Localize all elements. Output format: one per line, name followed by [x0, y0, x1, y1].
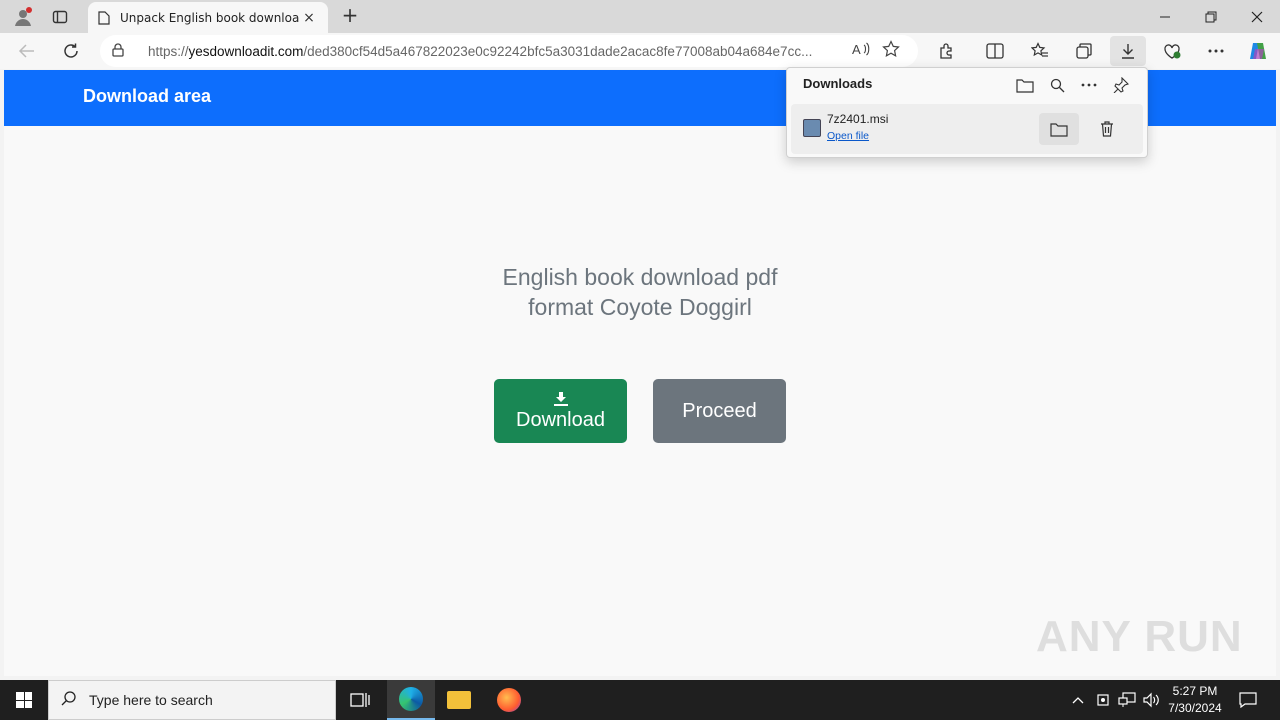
browser-toolbar: https://yesdownloadit.com/ded380cf54d5a4…	[0, 33, 1280, 69]
downloads-icon[interactable]	[1110, 36, 1146, 66]
back-icon[interactable]	[12, 36, 42, 66]
meet-icon[interactable]	[1092, 680, 1114, 720]
windows-logo-icon	[16, 692, 32, 708]
tab-active[interactable]: Unpack English book download p ×	[88, 2, 328, 33]
anyrun-watermark: ANY RUN	[1036, 612, 1243, 661]
headline-line-2: format Coyote Doggirl	[528, 294, 752, 320]
new-tab-button[interactable]: +	[338, 4, 362, 28]
search-icon[interactable]	[1043, 72, 1071, 98]
split-screen-icon[interactable]	[979, 36, 1011, 66]
msi-file-icon	[803, 119, 821, 137]
url-path: /ded380cf54d5a467822023e0c92242bfc5a3031…	[303, 43, 813, 59]
more-options-icon[interactable]	[1200, 36, 1232, 66]
brand-title[interactable]: Download area	[83, 86, 211, 107]
favorite-star-icon[interactable]	[876, 40, 906, 62]
proceed-button-label: Proceed	[682, 399, 757, 422]
download-button[interactable]: Download	[494, 379, 627, 443]
web-page: Download area English book download pdf …	[4, 70, 1276, 676]
read-aloud-icon[interactable]: A	[846, 41, 876, 61]
address-bar[interactable]: https://yesdownloadit.com/ded380cf54d5a4…	[100, 35, 918, 67]
tab-actions-icon[interactable]	[46, 0, 74, 33]
search-icon	[61, 690, 81, 710]
title-bar: Unpack English book download p × +	[0, 0, 1280, 33]
clock-date: 7/30/2024	[1168, 701, 1222, 715]
search-placeholder: Type here to search	[89, 692, 213, 708]
show-in-folder-icon[interactable]	[1039, 113, 1079, 145]
open-file-link[interactable]: Open file	[827, 130, 869, 142]
volume-icon[interactable]	[1140, 680, 1162, 720]
page-headline: English book download pdf format Coyote …	[440, 262, 840, 322]
extensions-icon[interactable]	[931, 36, 963, 66]
start-button[interactable]	[0, 680, 48, 720]
restore-icon[interactable]	[1188, 0, 1234, 33]
clock-time: 5:27 PM	[1172, 684, 1218, 698]
tray-chevron-icon[interactable]	[1068, 680, 1088, 720]
taskbar: Type here to search 5:27 PM 7/30/2024	[0, 680, 1280, 720]
task-view-icon[interactable]	[336, 680, 384, 720]
download-icon	[553, 391, 568, 406]
svg-text:A: A	[852, 42, 861, 57]
download-button-label: Download	[516, 408, 605, 431]
proceed-button[interactable]: Proceed	[653, 379, 786, 443]
taskbar-clock[interactable]: 5:27 PM 7/30/2024	[1160, 683, 1230, 717]
url-text[interactable]: https://yesdownloadit.com/ded380cf54d5a4…	[148, 44, 846, 59]
download-filename: 7z2401.msi	[827, 112, 889, 126]
notifications-icon[interactable]	[1234, 680, 1262, 720]
delete-icon[interactable]	[1087, 113, 1127, 145]
url-scheme: https://	[148, 43, 189, 59]
refresh-icon[interactable]	[56, 36, 86, 66]
download-item[interactable]: 7z2401.msi Open file	[791, 104, 1143, 154]
pin-icon[interactable]	[1107, 72, 1135, 98]
downloads-panel: Downloads 7z2401.msi Open file	[786, 67, 1148, 158]
collections-icon[interactable]	[1068, 36, 1100, 66]
browser-essentials-icon[interactable]	[1156, 36, 1188, 66]
edge-taskbar-icon[interactable]	[387, 680, 435, 720]
page-icon	[98, 10, 110, 25]
copilot-icon[interactable]	[1242, 36, 1274, 66]
tab-title: Unpack English book download p	[120, 10, 300, 25]
network-icon[interactable]	[1116, 680, 1138, 720]
more-icon[interactable]	[1075, 72, 1103, 98]
profile-icon[interactable]	[8, 0, 38, 33]
tab-close-icon[interactable]: ×	[300, 10, 318, 26]
downloads-title: Downloads	[803, 76, 873, 91]
lock-icon[interactable]	[112, 42, 132, 60]
firefox-icon[interactable]	[485, 680, 533, 720]
open-folder-icon[interactable]	[1011, 72, 1039, 98]
url-host: yesdownloadit.com	[188, 43, 304, 59]
close-window-icon[interactable]	[1234, 0, 1280, 33]
minimize-icon[interactable]	[1142, 0, 1188, 33]
file-explorer-icon[interactable]	[435, 680, 483, 720]
favorites-icon[interactable]	[1024, 36, 1056, 66]
headline-line-1: English book download pdf	[502, 264, 778, 290]
taskbar-search[interactable]: Type here to search	[48, 680, 336, 720]
